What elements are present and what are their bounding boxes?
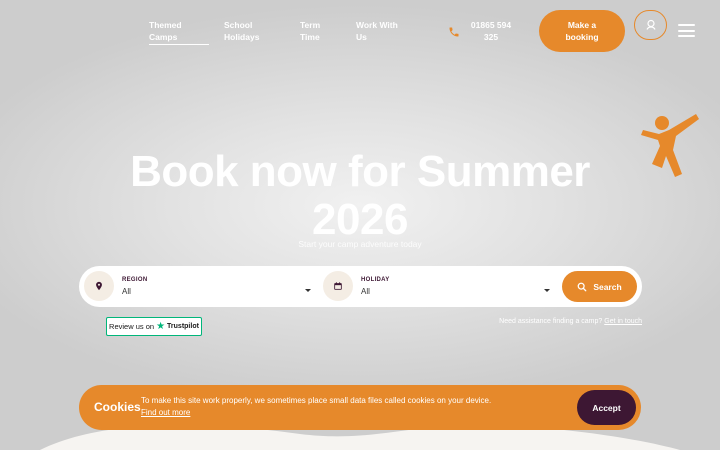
make-booking-button[interactable]: Make a booking <box>539 10 625 52</box>
get-in-touch-link[interactable]: Get in touch <box>604 318 642 325</box>
nav-link-school-holidays[interactable]: School Holidays <box>224 19 284 43</box>
mascot-figure-icon <box>641 114 699 177</box>
cookie-title: Cookies <box>94 400 141 414</box>
trustpilot-brand: Trustpilot <box>167 323 199 330</box>
account-button[interactable] <box>634 10 667 40</box>
holiday-label: HOLIDAY <box>361 277 390 283</box>
calendar-icon <box>323 271 353 301</box>
cookie-message: To make this site work properly, we some… <box>141 395 501 419</box>
camp-search-bar: REGION All HOLIDAY All Search <box>79 266 642 307</box>
search-button-label: Search <box>593 281 622 292</box>
region-select[interactable]: All <box>122 287 131 296</box>
accept-cookies-button[interactable]: Accept <box>577 390 636 425</box>
map-pin-icon <box>84 271 114 301</box>
assistance-text: Need assistance finding a camp? Get in t… <box>450 318 642 325</box>
hero-subtitle: Start your camp adventure today <box>298 239 422 249</box>
phone-link[interactable]: 01865 594 325 <box>448 19 514 43</box>
holiday-chevron-down-icon[interactable] <box>544 289 550 292</box>
nav-link-term-time[interactable]: Term Time <box>300 19 360 43</box>
nav-link-work-with-us[interactable]: Work With Us <box>356 19 416 43</box>
region-label: REGION <box>122 277 148 283</box>
cookie-banner: Cookies To make this site work properly,… <box>79 385 641 430</box>
trustpilot-star-icon: ★ <box>156 320 166 332</box>
phone-icon <box>449 27 459 37</box>
region-chevron-down-icon[interactable] <box>305 289 311 292</box>
search-icon <box>577 282 587 291</box>
find-out-more-link[interactable]: Find out more <box>141 408 190 417</box>
cookie-text: To make this site work properly, we some… <box>141 396 492 405</box>
menu-icon[interactable] <box>678 24 695 37</box>
trustpilot-prefix: Review us on <box>109 322 155 331</box>
user-icon <box>645 19 656 30</box>
trustpilot-review-link[interactable]: Review us on ★ Trustpilot <box>106 317 202 336</box>
nav-link-themed-camps[interactable]: Themed Camps <box>149 19 209 45</box>
search-button[interactable]: Search <box>562 271 637 302</box>
holiday-select[interactable]: All <box>361 287 370 296</box>
assistance-label: Need assistance finding a camp? <box>499 318 603 325</box>
hero-title: Book now for Summer 2026 <box>130 147 590 244</box>
phone-number: 01865 594 325 <box>470 20 512 42</box>
